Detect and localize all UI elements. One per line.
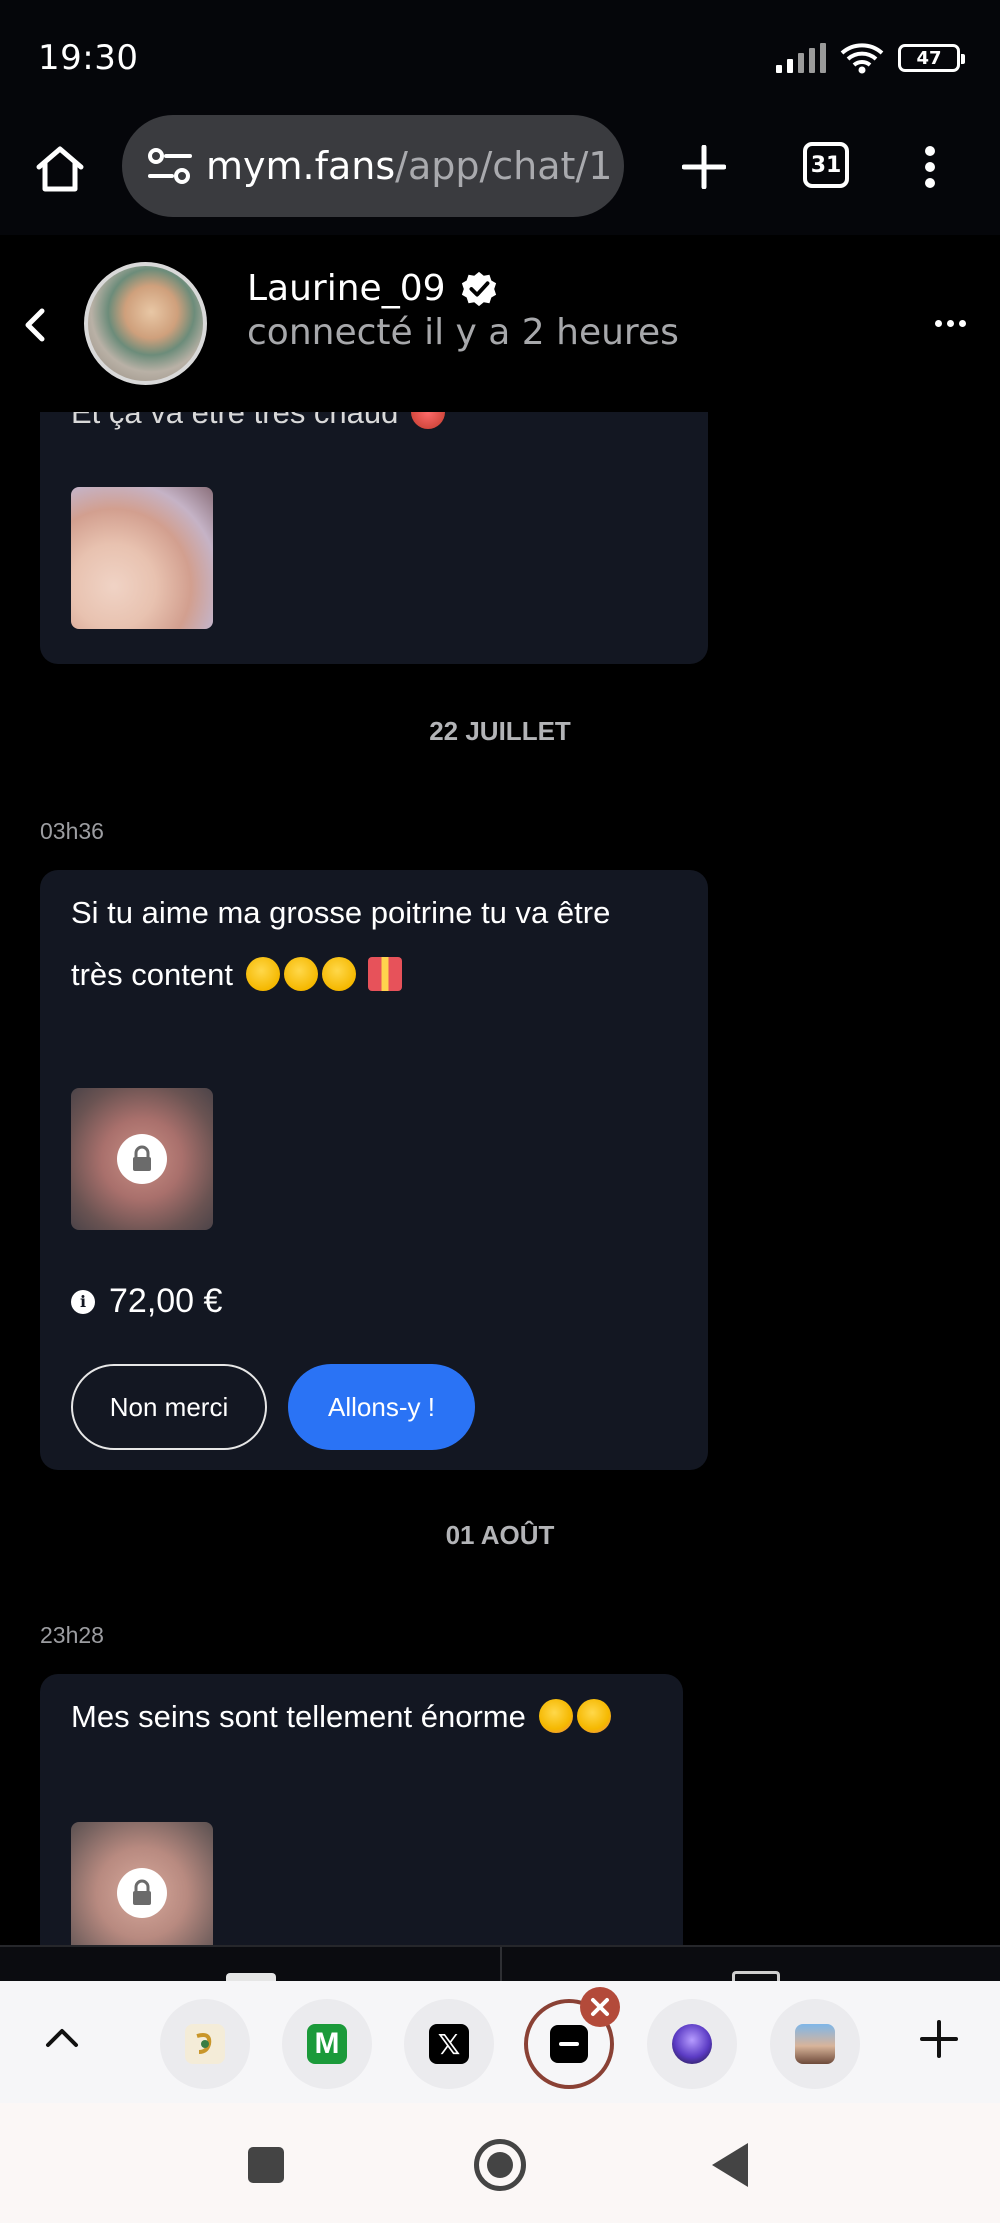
browser-toolbar: mym.fans/app/chat/1 31: [0, 115, 1000, 235]
lock-icon: [117, 1868, 167, 1918]
chat-messages[interactable]: Et ça va être très chaud 22 JUILLET 03h3…: [0, 410, 1000, 1945]
x-icon: 𝕏: [429, 2024, 469, 2064]
tab-strip: M 𝕏: [0, 1981, 1000, 2103]
home-icon: [36, 146, 84, 192]
site-icon: [795, 2024, 835, 2064]
avatar[interactable]: [84, 262, 207, 385]
kebab-menu-icon: [925, 146, 935, 188]
new-tab-button[interactable]: [674, 137, 734, 197]
message-bubble: Et ça va être très chaud: [40, 410, 708, 664]
status-icons: 47: [776, 42, 965, 74]
site-icon: [672, 2024, 712, 2064]
close-icon: [591, 1998, 609, 2016]
price-label: 72,00 €: [109, 1282, 223, 1320]
status-bar: 19:30 47: [0, 0, 1000, 115]
url-domain: mym.fans: [206, 144, 396, 188]
url-path: /app/chat/1: [395, 144, 613, 188]
chevron-left-icon: [25, 308, 45, 342]
m-icon: M: [307, 2024, 347, 2064]
address-bar[interactable]: mym.fans/app/chat/1: [122, 115, 624, 217]
tab-site-6[interactable]: [770, 1999, 860, 2089]
tab-site-1[interactable]: [160, 1999, 250, 2089]
plus-icon: [682, 145, 726, 189]
lock-icon: [117, 1134, 167, 1184]
message-time: 23h28: [40, 1622, 104, 1648]
signal-icon: [776, 43, 826, 73]
gift-emoji-icon: [367, 957, 402, 991]
message-line: Si tu aime ma grosse poitrine tu va être: [71, 895, 611, 930]
date-separator: 22 JUILLET: [429, 716, 571, 746]
tab-site-5[interactable]: [647, 1999, 737, 2089]
shushing-emoji-icon: [245, 957, 280, 991]
message-text: Si tu aime ma grosse poitrine tu va être…: [71, 882, 610, 1006]
battery-level: 47: [916, 47, 942, 69]
emoji-icon: [411, 410, 446, 429]
more-options-button[interactable]: [930, 308, 970, 338]
shushing-emoji-icon: [321, 957, 356, 991]
locked-media[interactable]: [71, 1822, 213, 1945]
message-time: 03h36: [40, 818, 104, 844]
unlock-button[interactable]: Allons-y !: [288, 1364, 475, 1450]
tab-switcher-button[interactable]: 31: [803, 142, 849, 188]
close-tab-button[interactable]: [580, 1987, 620, 2027]
message-text: Mes seins sont tellement énorme: [71, 1686, 611, 1748]
dot-icon: [958, 319, 966, 327]
locked-media[interactable]: [71, 1088, 213, 1230]
system-nav-bar: [0, 2103, 1000, 2223]
decline-button[interactable]: Non merci: [71, 1364, 267, 1450]
add-tab-button[interactable]: [915, 2015, 963, 2063]
clock: 19:30: [38, 38, 139, 78]
chevron-up-icon: [46, 2029, 78, 2047]
dot-icon: [934, 319, 942, 327]
home-nav-button[interactable]: [474, 2139, 526, 2191]
wifi-icon: [840, 43, 884, 74]
collapse-tabs-button[interactable]: [40, 2015, 84, 2059]
browser-menu-button[interactable]: [910, 137, 950, 197]
price-row: i 72,00 €: [71, 1282, 222, 1321]
username-row: Laurine_09: [247, 268, 498, 309]
back-button[interactable]: [14, 300, 54, 350]
tab-x[interactable]: 𝕏: [404, 1999, 494, 2089]
date-separator: 01 AOÛT: [445, 1520, 555, 1550]
message-text: Et ça va être très chaud: [71, 410, 446, 444]
dot-icon: [946, 319, 954, 327]
site-icon: [185, 2024, 225, 2064]
shushing-emoji-icon: [283, 957, 318, 991]
plus-icon: [920, 2020, 958, 2058]
mym-icon: [550, 2025, 588, 2063]
flushed-emoji-icon: [576, 1699, 611, 1733]
message-bubble: Mes seins sont tellement énorme: [40, 1674, 683, 1945]
username[interactable]: Laurine_09: [247, 268, 446, 309]
message-photo[interactable]: [71, 487, 213, 629]
presence-status: connecté il y a 2 heures: [247, 312, 679, 353]
tab-strip-divider: [0, 1945, 1000, 1983]
info-icon[interactable]: i: [71, 1289, 95, 1314]
message-bubble: Si tu aime ma grosse poitrine tu va être…: [40, 870, 708, 1470]
recents-button[interactable]: [248, 2147, 284, 2183]
battery-icon: 47: [898, 44, 965, 72]
flushed-emoji-icon: [538, 1699, 573, 1733]
tab-site-m[interactable]: M: [282, 1999, 372, 2089]
verified-badge-icon: [461, 271, 496, 306]
site-settings-icon[interactable]: [140, 136, 200, 196]
home-button[interactable]: [30, 139, 90, 199]
url-text: mym.fans/app/chat/1: [206, 144, 612, 188]
back-nav-button[interactable]: [712, 2143, 748, 2187]
chat-header: Laurine_09 connecté il y a 2 heures: [0, 240, 1000, 412]
message-line: très content: [71, 944, 610, 1006]
